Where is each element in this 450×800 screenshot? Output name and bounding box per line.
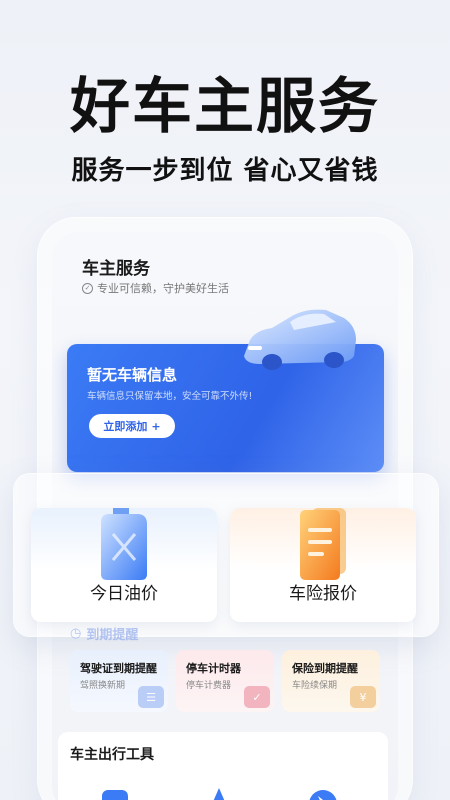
- clock-icon: ◷: [70, 626, 82, 641]
- vehicle-info-card[interactable]: 暂无车辆信息 车辆信息只保留本地，安全可靠不外传! 立即添加 +: [67, 309, 384, 472]
- travel-tools-section: 车主出行工具: [58, 732, 388, 800]
- insurance-reminder-sub: 车险续保期: [292, 681, 338, 691]
- vehicle-card-title: 暂无车辆信息: [87, 366, 178, 384]
- add-vehicle-button[interactable]: 立即添加 +: [89, 414, 175, 438]
- license-reminder-title: 驾驶证到期提醒: [80, 662, 157, 675]
- insurance-doc-icon: [300, 508, 346, 580]
- plus-icon: +: [151, 419, 161, 433]
- car-icon: [244, 309, 356, 370]
- service-subtitle: ✓ 专业可信赖，守护美好生活: [82, 280, 229, 296]
- insurance-quote-tile[interactable]: 车险报价: [230, 508, 416, 622]
- parking-timer-title: 停车计时器: [186, 662, 241, 675]
- yuan-icon: ¥: [350, 686, 376, 708]
- insurance-quote-label: 车险报价: [289, 584, 357, 604]
- service-title: 车主服务: [82, 259, 150, 279]
- travel-tools-title: 车主出行工具: [70, 747, 154, 763]
- license-reminder-sub: 驾照换新期: [80, 681, 126, 691]
- id-card-icon: ☰: [138, 686, 164, 708]
- oil-price-tile[interactable]: 今日油价: [31, 508, 217, 622]
- insurance-reminder-card[interactable]: 保险到期提醒 车险续保期 ¥: [282, 650, 380, 712]
- reminder-header: ◷ 到期提醒: [70, 624, 138, 643]
- vehicle-card-desc: 车辆信息只保留本地，安全可靠不外传!: [87, 391, 253, 402]
- tool-nav-icon[interactable]: [202, 784, 236, 800]
- fuel-can-icon: [101, 508, 147, 580]
- page-headline: 好车主服务: [70, 72, 380, 142]
- tool-cursor-icon[interactable]: [306, 784, 340, 800]
- tool-doc-icon[interactable]: [98, 784, 132, 800]
- license-reminder-card[interactable]: 驾驶证到期提醒 驾照换新期 ☰: [70, 650, 168, 712]
- reminder-header-text: 到期提醒: [86, 628, 139, 643]
- insurance-reminder-title: 保险到期提醒: [292, 662, 358, 675]
- check-icon: ✓: [244, 686, 270, 708]
- parking-timer-sub: 停车计费器: [186, 681, 232, 691]
- page-subheadline: 服务一步到位 省心又省钱: [71, 156, 379, 186]
- add-vehicle-label: 立即添加: [103, 420, 148, 433]
- service-subtitle-text: 专业可信赖，守护美好生活: [97, 282, 229, 295]
- oil-price-label: 今日油价: [90, 584, 158, 604]
- parking-timer-card[interactable]: 停车计时器 停车计费器 ✓: [176, 650, 274, 712]
- check-circle-icon: ✓: [82, 282, 93, 294]
